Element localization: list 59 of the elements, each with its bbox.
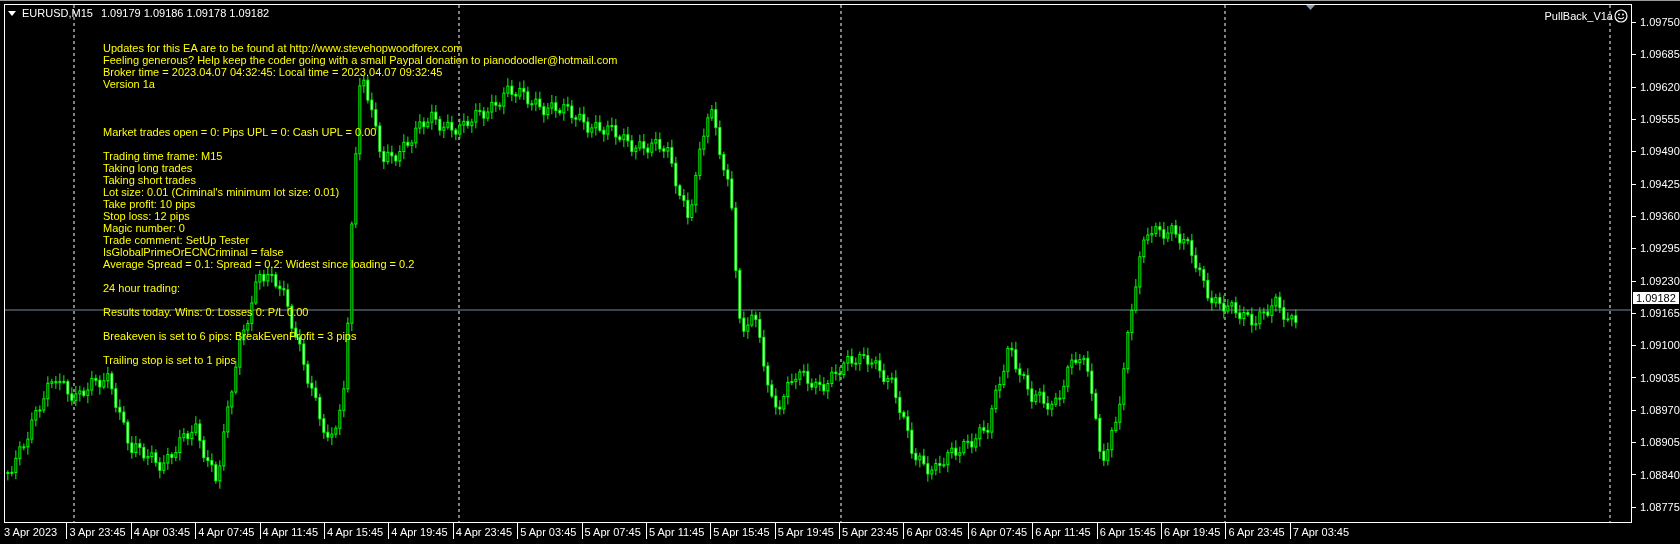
price-label: 1.08970 bbox=[1640, 403, 1680, 416]
price-label: 1.09425 bbox=[1640, 177, 1680, 190]
smiley-icon[interactable] bbox=[1614, 9, 1628, 23]
time-label: 4 Apr 23:45 bbox=[455, 526, 512, 539]
info-line: 24 hour trading: bbox=[103, 282, 182, 294]
time-label: 7 Apr 03:45 bbox=[1292, 526, 1350, 539]
price-label: 1.09490 bbox=[1640, 145, 1680, 158]
time-label: 6 Apr 07:45 bbox=[970, 526, 1028, 539]
time-label: 3 Apr 23:45 bbox=[69, 526, 126, 539]
price-label: 1.09555 bbox=[1640, 113, 1680, 126]
info-line: Trailing stop is set to 1 pips bbox=[103, 354, 237, 366]
price-label: 1.09230 bbox=[1640, 274, 1680, 287]
info-line: Trading time frame: M15 bbox=[103, 150, 224, 162]
price-label: 1.08775 bbox=[1640, 500, 1680, 513]
time-label: 5 Apr 15:45 bbox=[713, 526, 770, 539]
time-label: 5 Apr 11:45 bbox=[648, 526, 705, 539]
info-line: Feeling generous? Help keep the coder going with a small Paypal donation to pianodoodler@hotmail.com bbox=[103, 54, 618, 66]
info-line: Taking long trades bbox=[103, 162, 194, 174]
time-label: 6 Apr 19:45 bbox=[1164, 526, 1221, 539]
shift-marker-icon[interactable] bbox=[1306, 5, 1315, 10]
time-label: 6 Apr 15:45 bbox=[1099, 526, 1156, 539]
info-line: Magic number: 0 bbox=[103, 222, 186, 234]
price-label: 1.09100 bbox=[1640, 339, 1680, 352]
price-label: 1.09295 bbox=[1640, 242, 1680, 255]
price-label: 1.09360 bbox=[1640, 210, 1680, 223]
info-line: Take profit: 10 pips bbox=[103, 198, 197, 210]
price-label: 1.08840 bbox=[1640, 468, 1680, 481]
time-label: 5 Apr 19:45 bbox=[777, 526, 834, 539]
info-line: Version 1a bbox=[103, 78, 156, 90]
info-line: Broker time = 2023.04.07 04:32:45: Local time = 2023.04.07 09:32:45 bbox=[103, 66, 444, 78]
info-line: Stop loss: 12 pips bbox=[103, 210, 191, 222]
time-label: 4 Apr 11:45 bbox=[262, 526, 318, 539]
time-label: 6 Apr 11:45 bbox=[1035, 526, 1091, 539]
price-label: 1.09165 bbox=[1640, 306, 1680, 319]
info-line: Taking short trades bbox=[103, 174, 197, 186]
info-line: Trade comment: SetUp Tester bbox=[103, 234, 251, 246]
symbol-label: EURUSD,M15 bbox=[22, 7, 93, 19]
time-label: 4 Apr 03:45 bbox=[133, 526, 191, 539]
time-label: 5 Apr 23:45 bbox=[842, 526, 899, 539]
info-line: Lot size: 0.01 (Criminal's minimum lot size: 0.01) bbox=[103, 186, 341, 198]
time-label: 4 Apr 15:45 bbox=[326, 526, 384, 539]
info-line: IsGlobalPrimeOrECNCriminal = false bbox=[103, 246, 285, 258]
time-label: 5 Apr 07:45 bbox=[584, 526, 641, 539]
time-label: 3 Apr 2023 bbox=[4, 526, 58, 539]
time-label: 6 Apr 03:45 bbox=[906, 526, 963, 539]
price-quotes: 1.09179 1.09186 1.09178 1.09182 bbox=[100, 7, 270, 19]
price-label: 1.09685 bbox=[1640, 48, 1680, 61]
time-label: 5 Apr 03:45 bbox=[520, 526, 577, 539]
current-price-label: 1.09182 bbox=[1633, 292, 1679, 304]
price-label: 1.08905 bbox=[1640, 436, 1680, 449]
time-label: 4 Apr 19:45 bbox=[391, 526, 448, 539]
dropdown-triangle-icon[interactable] bbox=[8, 10, 16, 16]
time-label: 6 Apr 23:45 bbox=[1228, 526, 1285, 539]
price-label: 1.09750 bbox=[1640, 16, 1680, 29]
price-label: 1.09035 bbox=[1640, 371, 1680, 384]
info-line: Updates for this EA are to be found at http://www.stevehopwoodforex.com bbox=[103, 42, 464, 54]
price-label: 1.09620 bbox=[1640, 80, 1680, 93]
time-label: 4 Apr 07:45 bbox=[198, 526, 255, 539]
expert-name: PullBack_V1a bbox=[1544, 10, 1613, 22]
